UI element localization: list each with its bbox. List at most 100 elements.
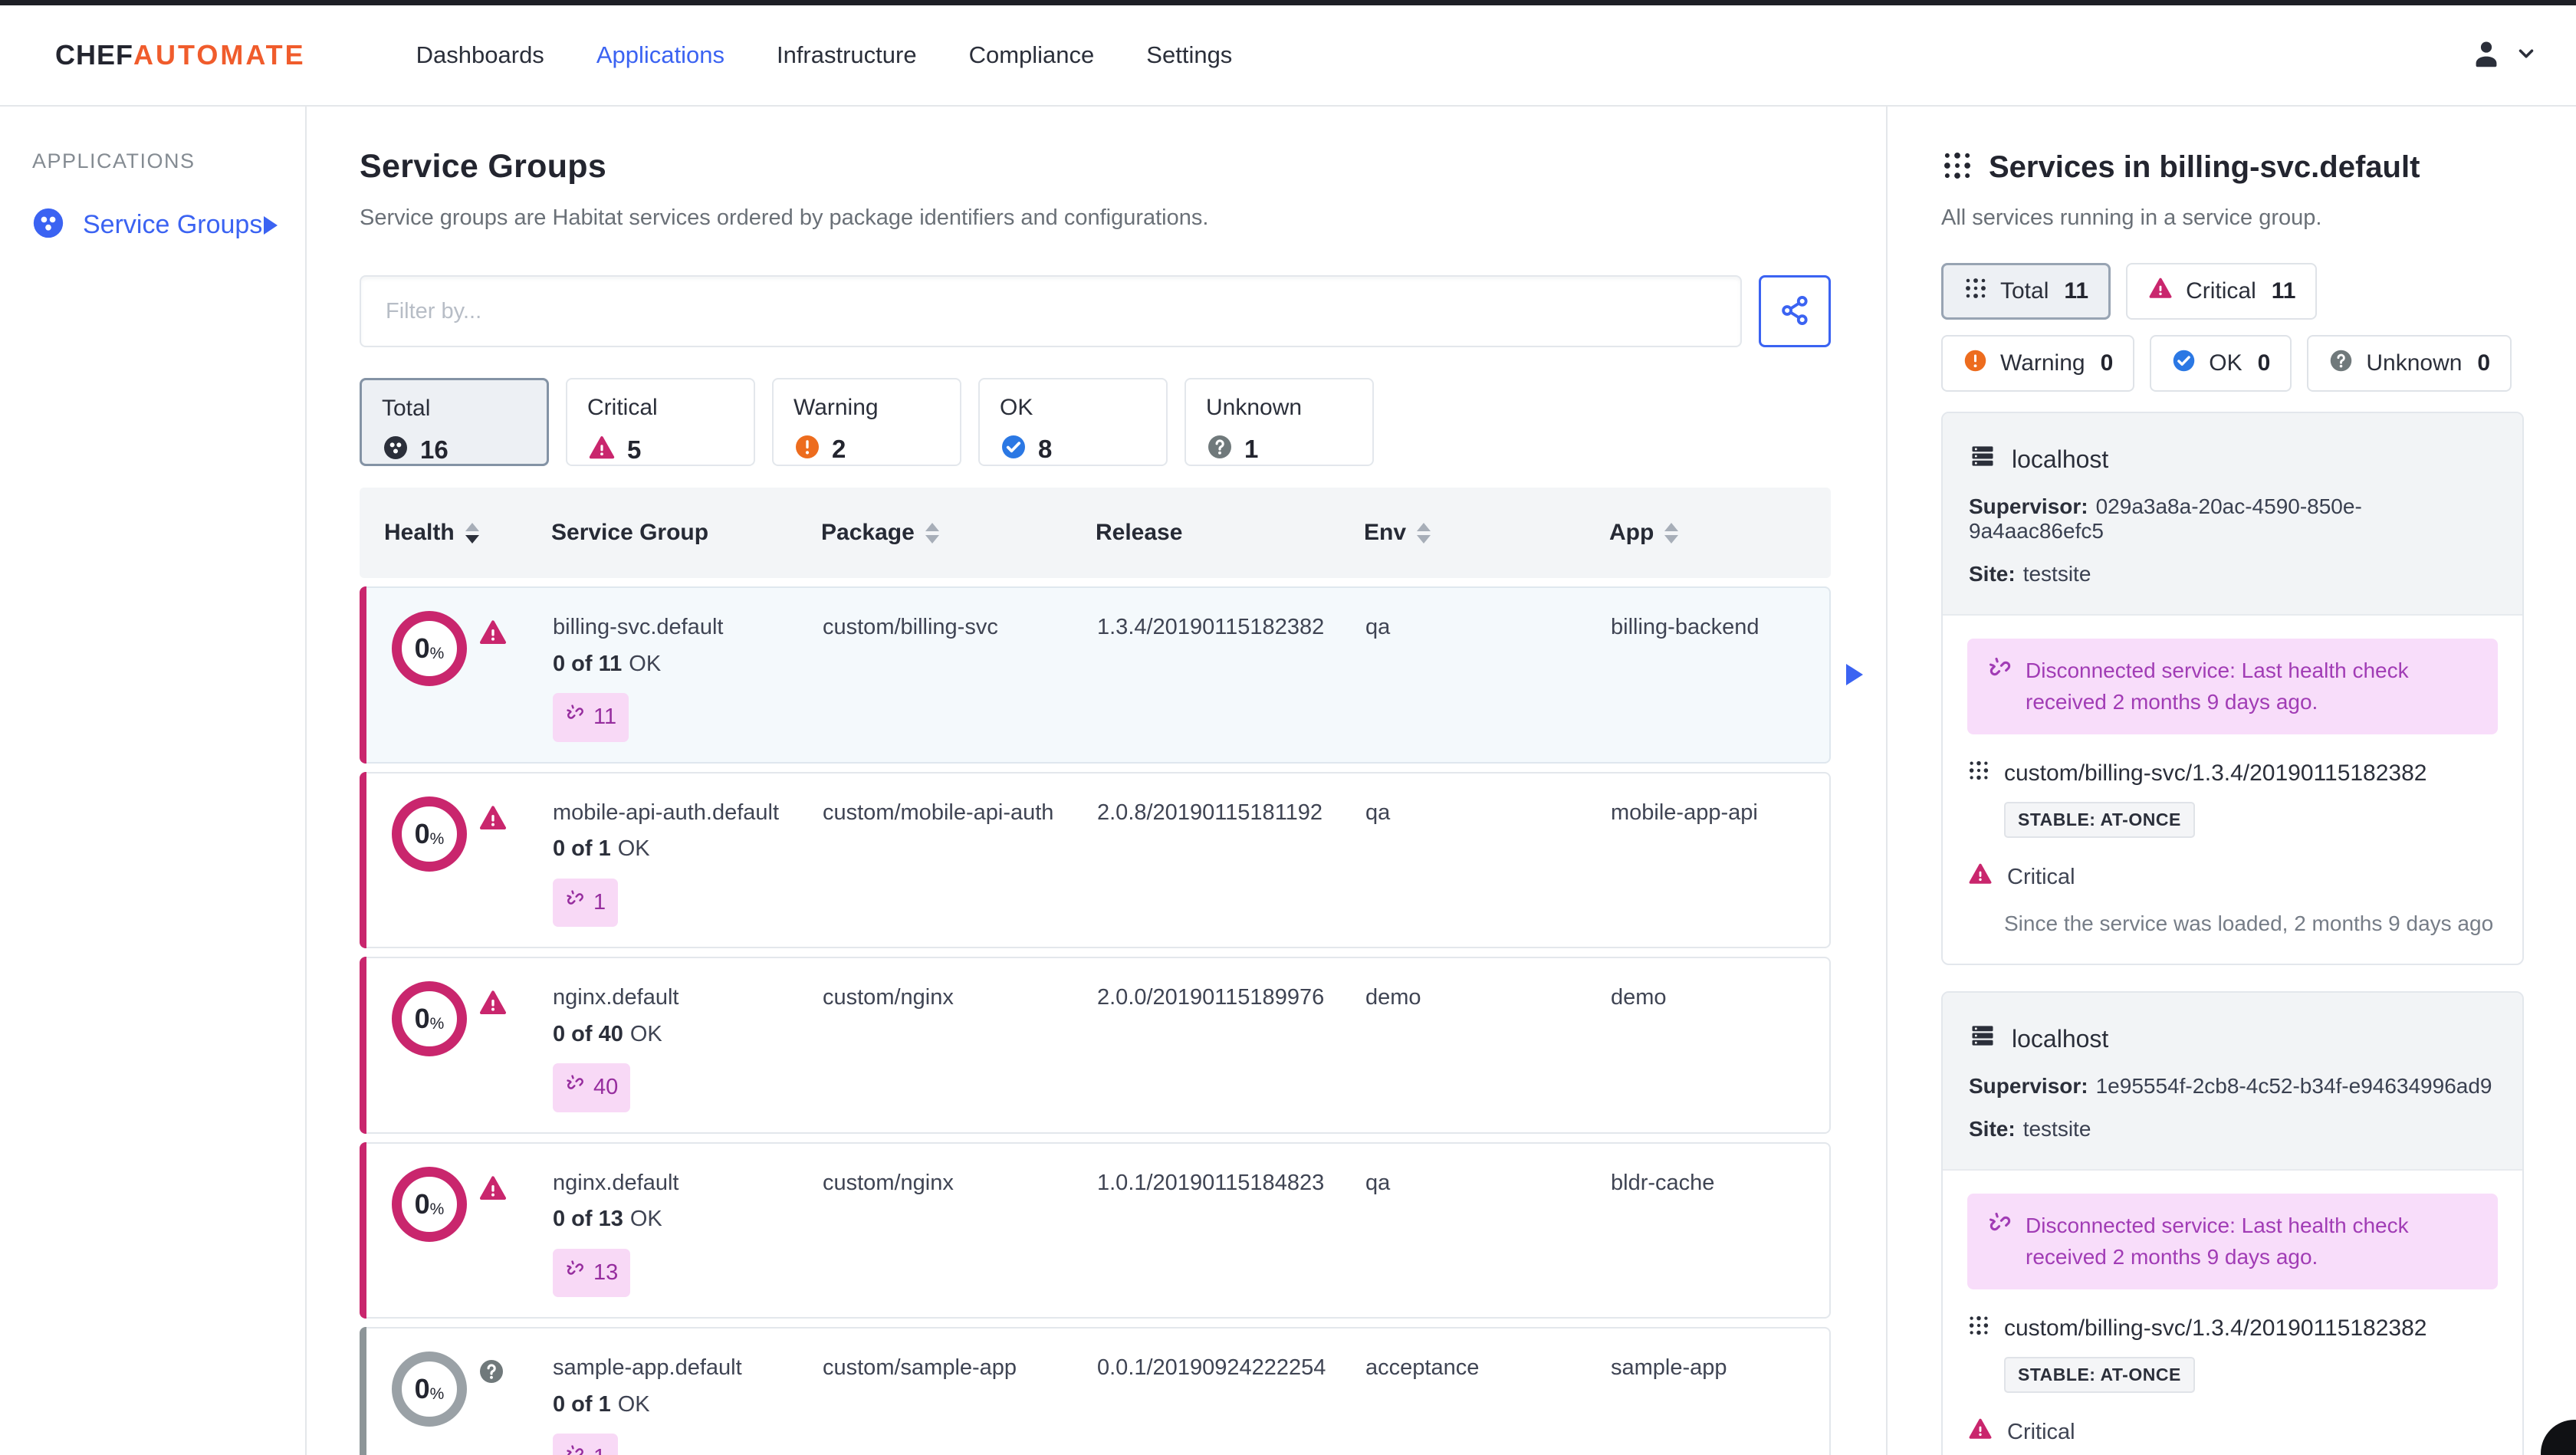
health-cell: 0% [361, 1166, 553, 1242]
status-card-critical[interactable]: Critical 5 [566, 378, 755, 466]
critical-icon [478, 987, 508, 1056]
panel-subtitle: All services running in a service group. [1941, 205, 2322, 230]
env-cell: acceptance [1365, 1355, 1480, 1380]
total-icon [382, 434, 409, 465]
status-card-total[interactable]: Total 16 [360, 378, 549, 466]
broken-link-icon [565, 1071, 586, 1105]
app-cell: demo [1611, 985, 1667, 1010]
table-row[interactable]: 0% sample-app.default 0 of 1 OK custom/s… [360, 1327, 1831, 1455]
chef-automate-logo[interactable]: CHEFAUTOMATE [55, 39, 306, 71]
sort-icon[interactable] [1417, 522, 1431, 544]
broken-link-icon [565, 701, 586, 734]
table-row[interactable]: 0% nginx.default 0 of 13 OK 13 custom/ng… [360, 1141, 1831, 1319]
user-menu[interactable] [2469, 36, 2538, 75]
sort-icon[interactable] [925, 522, 939, 544]
app-cell: billing-backend [1611, 615, 1760, 639]
supervisor-line: Supervisor: 1e95554f-2cb8-4c52-b34f-e9463… [1969, 1074, 2492, 1099]
column-header-package[interactable]: Package [821, 520, 1096, 546]
unknown-icon [1206, 433, 1234, 465]
service-card-body: Disconnected service: Last health check … [1943, 1171, 2522, 1455]
health-donut: 0% [392, 611, 467, 686]
disconnected-badge[interactable]: 1 [553, 878, 619, 927]
brand-automate: AUTOMATE [133, 39, 306, 71]
user-avatar-icon [2469, 36, 2504, 75]
status-card-ok[interactable]: OK 8 [978, 378, 1168, 466]
service-group-cell: nginx.default 0 of 13 OK 13 [553, 1167, 823, 1297]
row-expand-arrow-icon[interactable] [1846, 664, 1863, 686]
critical-icon [1967, 861, 1993, 893]
service-group-name: billing-svc.default [553, 615, 724, 639]
service-card[interactable]: localhost Supervisor: 029a3a8a-20ac-4590-… [1941, 412, 2524, 966]
panel-status-filters: Total 11 Critical 11 Warning 0 OK 0 Unkn… [1941, 263, 2524, 392]
disconnected-badge[interactable]: 13 [553, 1248, 631, 1297]
pill-unknown[interactable]: Unknown 0 [2307, 335, 2512, 392]
column-header-service-group[interactable]: Service Group [551, 520, 821, 546]
env-cell: qa [1365, 800, 1391, 825]
service-card-header: localhost Supervisor: 029a3a8a-20ac-4590-… [1943, 413, 2522, 616]
server-icon [1969, 1022, 1996, 1056]
broken-link-icon [565, 1256, 586, 1290]
disconnected-badge[interactable]: 1 [553, 1434, 619, 1455]
column-header-health[interactable]: Health [360, 520, 551, 546]
broken-link-icon [565, 1441, 586, 1455]
package-cell: custom/nginx [823, 1170, 954, 1195]
services-icon [1967, 1314, 1990, 1343]
pill-total[interactable]: Total 11 [1941, 263, 2111, 320]
table-row[interactable]: 0% nginx.default 0 of 40 OK 40 custom/ng… [360, 957, 1831, 1134]
package-cell: custom/sample-app [823, 1355, 1017, 1380]
filter-input[interactable] [360, 275, 1742, 347]
status-card-count: 8 [1038, 434, 1053, 463]
column-header-env[interactable]: Env [1364, 520, 1609, 546]
package-cell: custom/nginx [823, 985, 954, 1010]
nav-settings[interactable]: Settings [1120, 5, 1258, 105]
disconnected-badge[interactable]: 40 [553, 1063, 631, 1112]
status-card-warning[interactable]: Warning 2 [772, 378, 961, 466]
release-cell: 2.0.0/20190115189976 [1097, 985, 1325, 1010]
nav-applications[interactable]: Applications [570, 5, 751, 105]
services-icon [1967, 759, 1990, 788]
unknown-icon [2328, 348, 2354, 379]
services-icon [1963, 276, 1988, 307]
pill-warning[interactable]: Warning 0 [1941, 335, 2135, 392]
nav-infrastructure[interactable]: Infrastructure [751, 5, 943, 105]
site-line: Site: testsite [1969, 1117, 2091, 1141]
update-strategy-chip: STABLE: AT-ONCE [2004, 1357, 2195, 1394]
site-line: Site: testsite [1969, 562, 2091, 586]
pill-critical[interactable]: Critical 11 [2126, 263, 2318, 320]
critical-icon [478, 803, 508, 872]
service-card[interactable]: localhost Supervisor: 1e95554f-2cb8-4c52-… [1941, 991, 2524, 1455]
share-button[interactable] [1759, 275, 1831, 347]
table-row[interactable]: 0% mobile-api-auth.default 0 of 1 OK 1 c… [360, 771, 1831, 948]
status-card-count: 5 [627, 435, 642, 464]
page-title: Service Groups [360, 148, 607, 185]
top-strip [0, 0, 2576, 5]
status-card-count: 16 [420, 435, 449, 464]
sidebar-item-service-groups[interactable]: Service Groups [31, 205, 278, 245]
services-panel: Services in billing-svc.default All serv… [1886, 107, 2576, 1455]
pill-ok[interactable]: OK 0 [2150, 335, 2292, 392]
nav-compliance[interactable]: Compliance [943, 5, 1121, 105]
column-header-release[interactable]: Release [1096, 520, 1364, 546]
sort-icon[interactable] [465, 522, 479, 544]
ok-icon [2171, 348, 2196, 379]
service-group-name: mobile-api-auth.default [553, 800, 780, 825]
nav-dashboards[interactable]: Dashboards [390, 5, 570, 105]
status-card-unknown[interactable]: Unknown 1 [1184, 378, 1374, 466]
share-icon [1778, 294, 1812, 330]
disconnected-badge[interactable]: 11 [553, 693, 629, 742]
health-status-label: Critical [2007, 1419, 2075, 1444]
health-donut: 0% [392, 1166, 467, 1242]
brand-chef: CHEF [55, 39, 133, 71]
service-group-name: nginx.default [553, 1170, 679, 1195]
table-row[interactable]: 0% billing-svc.default 0 of 11 OK 11 cus… [360, 586, 1863, 764]
status-card-count: 1 [1244, 434, 1259, 463]
broken-link-icon [1987, 1210, 2013, 1273]
disconnected-alert: Disconnected service: Last health check … [1967, 1194, 2498, 1290]
sort-icon[interactable] [1664, 522, 1679, 544]
critical-icon [587, 433, 616, 466]
service-group-cell: sample-app.default 0 of 1OK 1 [553, 1352, 823, 1455]
column-header-app[interactable]: App [1609, 520, 1831, 546]
status-card-label: Critical [587, 395, 658, 420]
status-card-label: Unknown [1206, 395, 1303, 420]
service-group-cell: mobile-api-auth.default 0 of 1 OK 1 [553, 796, 823, 927]
